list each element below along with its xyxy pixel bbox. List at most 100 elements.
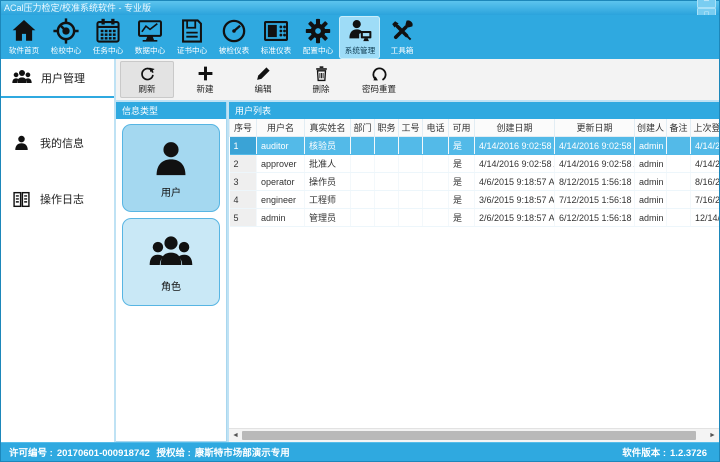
toolbar-item-user-system[interactable]: 系统管理: [339, 16, 380, 59]
action-button-delete[interactable]: 删除: [294, 61, 348, 98]
card-label: 用户: [161, 184, 181, 199]
toolbar-item-certificate[interactable]: 证书中心: [171, 16, 212, 59]
table-cell: [423, 137, 449, 155]
column-header[interactable]: 更新日期: [555, 119, 635, 137]
toolbar-item-gear[interactable]: 配置中心: [297, 16, 338, 59]
edit-icon: [255, 65, 272, 82]
action-toolbar: 刷新新建编辑 删除密码重置: [116, 59, 719, 102]
toolbar-item-label: 任务中心: [92, 45, 122, 55]
info-type-panel: 信息类型 用户角色: [116, 102, 227, 442]
row-index-cell: 2: [230, 155, 257, 173]
table-cell: [423, 209, 449, 227]
table-cell: admin: [635, 137, 667, 155]
table-cell: [351, 209, 375, 227]
tools-icon: [389, 18, 415, 44]
sidebar-header-user-management[interactable]: 用户管理: [1, 59, 114, 98]
version-label: 软件版本 :: [622, 448, 666, 459]
column-header[interactable]: 创建人: [635, 119, 667, 137]
table-cell: [423, 173, 449, 191]
table-cell: 2/6/2015 9:18:57 AM: [475, 209, 555, 227]
card-label: 角色: [161, 278, 181, 293]
column-header[interactable]: 工号: [399, 119, 423, 137]
table-cell: 4/14/2016 9:02:58 AM: [555, 155, 635, 173]
scrollbar-thumb[interactable]: [242, 431, 696, 440]
gauge-icon: [221, 18, 247, 44]
role-card[interactable]: 角色: [122, 218, 220, 306]
table-row[interactable]: 5admin管理员是2/6/2015 9:18:57 AM6/12/2015 1…: [230, 209, 720, 227]
main-area: 刷新新建编辑删除密码重置 信息类型 用户角色 用户列表 序号用户名真实姓名部门职…: [116, 59, 719, 442]
column-header[interactable]: 备注: [667, 119, 691, 137]
user-card[interactable]: 用户: [122, 124, 220, 212]
table-cell: 是: [449, 173, 475, 191]
table-cell: 4/14/2016 9:0: [691, 137, 720, 155]
toolbar-item-gauge[interactable]: 被检仪表: [213, 16, 254, 59]
column-header[interactable]: 真实姓名: [305, 119, 351, 137]
sidebar-item-person[interactable]: 我的信息: [1, 130, 114, 156]
toolbar-item-home[interactable]: 软件首页: [3, 16, 44, 59]
scroll-left-arrow[interactable]: ◄: [229, 429, 242, 442]
table-cell: [351, 191, 375, 209]
action-button-reset-password[interactable]: 密码重置: [352, 61, 406, 98]
status-right: 软件版本 :1.2.3726: [622, 445, 711, 459]
column-header[interactable]: 上次登录时间: [691, 119, 720, 137]
column-header[interactable]: 用户名: [257, 119, 305, 137]
toolbar-item-calendar[interactable]: 任务中心: [87, 16, 128, 59]
table-cell: [423, 155, 449, 173]
toolbar-item-label: 工具箱: [390, 45, 413, 55]
row-index-cell: 4: [230, 191, 257, 209]
table-cell: 管理员: [305, 209, 351, 227]
scroll-right-arrow[interactable]: ►: [706, 429, 719, 442]
instrument-icon: [263, 18, 289, 44]
horizontal-scrollbar[interactable]: ◄ ►: [229, 428, 719, 442]
table-cell: operator: [257, 173, 305, 191]
toolbar-item-crosshair[interactable]: 检校中心: [45, 16, 86, 59]
table-cell: 8/16/2015 9:0: [691, 173, 720, 191]
toolbar-item-label: 配置中心: [302, 45, 332, 55]
panels: 信息类型 用户角色 用户列表 序号用户名真实姓名部门职务工号电话可用创建日期更新…: [116, 102, 719, 442]
table-cell: [375, 209, 399, 227]
main-toolbar: 软件首页检校中心任务中心 数据中心 证书中心被检仪表标准仪表配置中心系统管理工具箱: [1, 15, 719, 59]
table-cell: 12/14/2017 4: [691, 209, 720, 227]
table-cell: 7/16/2015 9:0: [691, 191, 720, 209]
table-cell: [399, 155, 423, 173]
sidebar-header-label: 用户管理: [41, 70, 85, 86]
table-cell: engineer: [257, 191, 305, 209]
column-header[interactable]: 可用: [449, 119, 475, 137]
table-cell: 4/14/2016 9:02:58 AM: [475, 137, 555, 155]
status-left: 许可编号 :20170601-000918742 授权给 :康斯特市场部演示专用: [9, 445, 294, 459]
table-row[interactable]: 3operator操作员是4/6/2015 9:18:57 AM8/12/201…: [230, 173, 720, 191]
toolbar-item-label: 数据中心: [134, 45, 164, 55]
title-bar: ACal压力检定/校准系统软件 - 专业版 ▾─□✕: [1, 1, 719, 15]
toolbar-item-instrument[interactable]: 标准仪表: [255, 16, 296, 59]
table-cell: [351, 137, 375, 155]
log-icon: [12, 190, 31, 209]
license-value: 20170601-000918742: [57, 448, 150, 459]
sidebar-items: 我的信息操作日志: [1, 98, 114, 442]
toolbar-item-label: 证书中心: [176, 45, 206, 55]
column-header[interactable]: 电话: [423, 119, 449, 137]
column-header[interactable]: 序号: [230, 119, 257, 137]
action-button-label: 密码重置: [362, 83, 396, 95]
column-header[interactable]: 职务: [375, 119, 399, 137]
action-button-label: 编辑: [254, 83, 271, 95]
sidebar-item-log[interactable]: 操作日志: [1, 186, 114, 212]
crosshair-icon: [53, 18, 79, 44]
action-button-new[interactable]: 新建: [178, 61, 232, 98]
table-cell: 4/14/2016 9:02:58 AM: [555, 137, 635, 155]
table-row[interactable]: 1auditor核验员是4/14/2016 9:02:58 AM4/14/201…: [230, 137, 720, 155]
column-header[interactable]: 部门: [351, 119, 375, 137]
table-cell: [667, 209, 691, 227]
action-button-refresh[interactable]: 刷新: [120, 61, 174, 98]
toolbar-item-tools[interactable]: 工具箱: [381, 16, 422, 59]
table-row[interactable]: 4engineer工程师是3/6/2015 9:18:57 AM7/12/201…: [230, 191, 720, 209]
app-window: ACal压力检定/校准系统软件 - 专业版 ▾─□✕ 软件首页检校中心任务中心 数…: [0, 0, 720, 462]
action-button-edit[interactable]: 编辑: [236, 61, 290, 98]
table-cell: admin: [635, 155, 667, 173]
table-row[interactable]: 2approver批准人是4/14/2016 9:02:58 AM4/14/20…: [230, 155, 720, 173]
user-system-icon: [347, 18, 373, 44]
column-header[interactable]: 创建日期: [475, 119, 555, 137]
table-cell: [667, 173, 691, 191]
toolbar-item-monitor-chart[interactable]: 数据中心: [129, 16, 170, 59]
table-cell: 4/6/2015 9:18:57 AM: [475, 173, 555, 191]
table-cell: [399, 191, 423, 209]
